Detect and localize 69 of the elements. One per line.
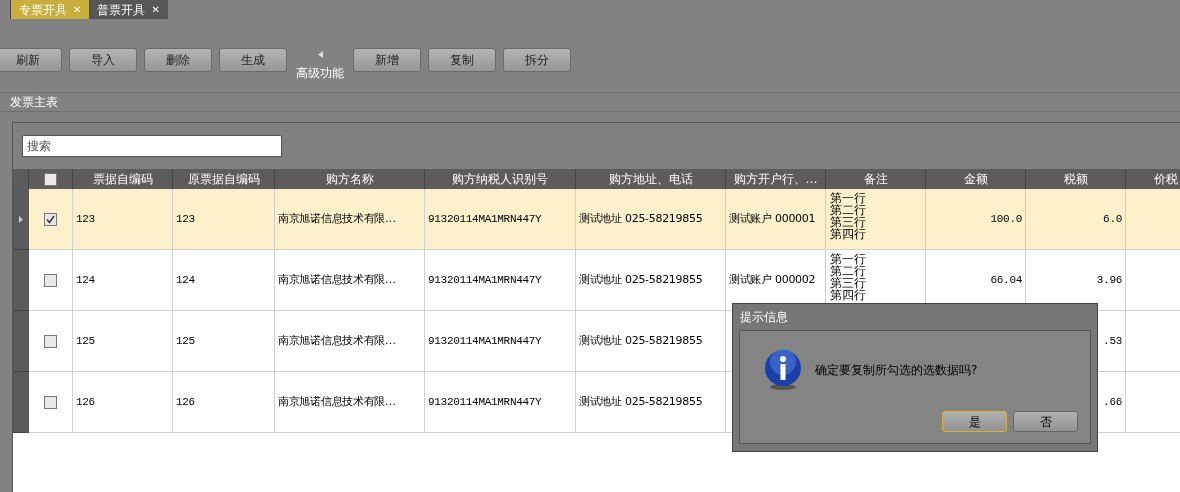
table-cell: 91320114MA1MRN447Y bbox=[425, 372, 576, 433]
table-cell: 南京旭诺信息技术有限… bbox=[275, 372, 425, 433]
column-header[interactable]: 金额 bbox=[963, 170, 988, 188]
search-field[interactable]: 搜索 bbox=[22, 135, 282, 157]
check-icon bbox=[46, 214, 55, 224]
tab-label: 普票开具 bbox=[97, 1, 146, 19]
checkbox[interactable] bbox=[44, 212, 57, 226]
table-cell: 南京旭诺信息技术有限… bbox=[275, 311, 425, 372]
dialog-message: 确定要复制所勾选的选数据吗? bbox=[815, 362, 978, 379]
table-cell: 91320114MA1MRN447Y bbox=[425, 311, 576, 372]
column-header[interactable]: 购方开户行、… bbox=[733, 170, 818, 188]
checkbox[interactable] bbox=[44, 334, 57, 348]
remark-line: 第一行 bbox=[830, 192, 867, 204]
table-cell: 测试地址 025-58219855 bbox=[576, 250, 726, 311]
advanced-functions-label[interactable]: 高级功能 bbox=[296, 64, 344, 82]
remark-line: 第四行 bbox=[830, 228, 867, 240]
table-cell: 126 bbox=[173, 372, 275, 433]
remark-line: 第四行 bbox=[830, 289, 867, 301]
toolbar-button[interactable]: 复制 bbox=[428, 48, 496, 72]
toolbar-button[interactable]: 删除 bbox=[144, 48, 212, 72]
table-cell: 124 bbox=[173, 250, 275, 311]
column-header[interactable]: 票据自编码 bbox=[92, 170, 153, 188]
checkbox[interactable] bbox=[44, 172, 57, 186]
column-header[interactable]: 购方纳税人识别号 bbox=[452, 170, 548, 188]
table-cell: 91320114MA1MRN447Y bbox=[425, 250, 576, 311]
table-cell: 测试地址 025-58219855 bbox=[576, 189, 726, 250]
remark-line: 第二行 bbox=[830, 204, 867, 216]
toolbar-button[interactable]: 拆分 bbox=[503, 48, 571, 72]
table-cell: 测试地址 025-58219855 bbox=[576, 372, 726, 433]
table-cell: 91320114MA1MRN447Y bbox=[425, 189, 576, 250]
table-cell: 测试地址 025-58219855 bbox=[576, 311, 726, 372]
remark-line: 第二行 bbox=[830, 265, 867, 277]
tab-label: 专票开具 bbox=[19, 1, 67, 19]
toolbar-button[interactable]: 刷新 bbox=[0, 48, 62, 72]
column-header[interactable]: 购方地址、电话 bbox=[608, 170, 693, 188]
checkbox[interactable] bbox=[44, 395, 57, 409]
dialog-title: 提示信息 bbox=[739, 309, 789, 326]
table-cell: 123 bbox=[73, 189, 173, 250]
info-icon bbox=[764, 349, 802, 391]
dialog-button[interactable]: 否 bbox=[1013, 411, 1078, 432]
dialog-button[interactable]: 是 bbox=[942, 411, 1007, 432]
toolbar-button[interactable]: 生成 bbox=[219, 48, 287, 72]
column-header[interactable]: 税额 bbox=[1063, 170, 1088, 188]
remark-line: 第三行 bbox=[830, 277, 867, 289]
table-cell: 126 bbox=[73, 372, 173, 433]
toolbar-button[interactable]: 导入 bbox=[69, 48, 137, 72]
remark-line: 第一行 bbox=[830, 253, 867, 265]
table-cell: 125 bbox=[73, 311, 173, 372]
close-icon[interactable]: ✕ bbox=[151, 2, 160, 17]
column-header[interactable]: 购方名称 bbox=[325, 170, 374, 188]
column-header[interactable]: 原票据自编码 bbox=[187, 170, 260, 188]
table-cell: 南京旭诺信息技术有限… bbox=[275, 250, 425, 311]
table-cell: 测试账户 000001 bbox=[726, 189, 826, 250]
table-cell: 125 bbox=[173, 311, 275, 372]
table-cell: 124 bbox=[73, 250, 173, 311]
checkbox[interactable] bbox=[44, 273, 57, 287]
section-header: 发票主表 bbox=[0, 92, 1180, 112]
current-row-icon bbox=[19, 215, 23, 223]
table-cell: 6.0 bbox=[1026, 189, 1126, 250]
remark-line: 第三行 bbox=[830, 216, 867, 228]
tab[interactable]: 普票开具 ✕ bbox=[89, 0, 168, 19]
toolbar-button[interactable]: 新增 bbox=[353, 48, 421, 72]
table-cell: 南京旭诺信息技术有限… bbox=[275, 189, 425, 250]
column-header[interactable]: 价税 bbox=[1154, 170, 1178, 188]
table-cell: 100.0 bbox=[926, 189, 1026, 250]
table-cell: 3.96 bbox=[1026, 250, 1126, 311]
column-header[interactable]: 备注 bbox=[863, 170, 888, 188]
table-cell: 123 bbox=[173, 189, 275, 250]
collapse-arrow-icon[interactable] bbox=[317, 51, 323, 58]
